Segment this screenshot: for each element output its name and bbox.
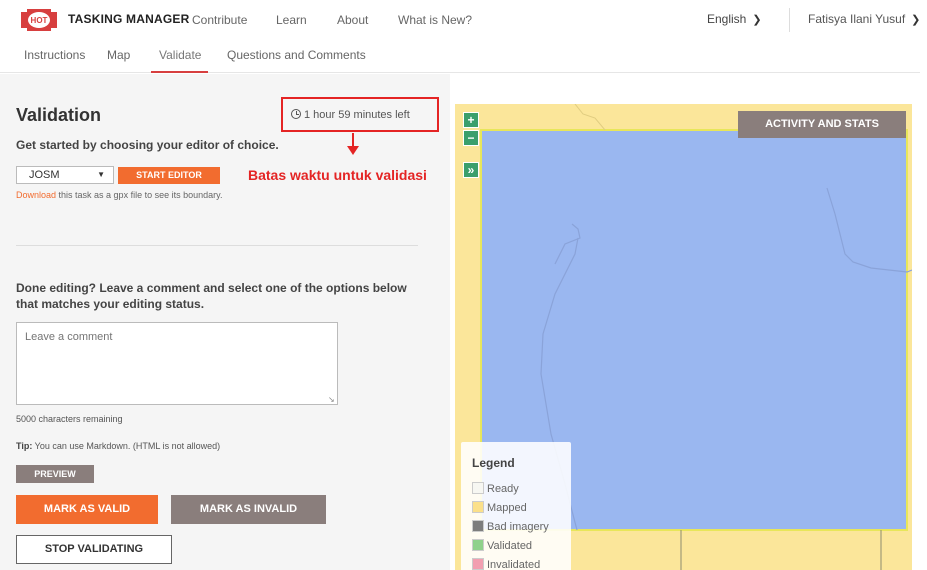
mark-invalid-button[interactable]: MARK AS INVALID (171, 495, 326, 524)
nav-learn[interactable]: Learn (276, 13, 307, 27)
arrow-down-icon (347, 146, 359, 155)
legend-swatch (472, 520, 484, 532)
annotation-arrow-line (352, 133, 354, 147)
editor-select[interactable]: JOSM ▼ (16, 166, 114, 184)
river-path (574, 104, 606, 131)
legend-swatch (472, 558, 484, 570)
language-selector[interactable]: English ❯ (707, 12, 762, 26)
nav-about[interactable]: About (337, 13, 368, 27)
mark-valid-button[interactable]: MARK AS VALID (16, 495, 158, 524)
legend-item-mapped: Mapped (472, 501, 527, 514)
svg-text:HOT: HOT (31, 16, 48, 25)
tab-instructions[interactable]: Instructions (24, 48, 85, 62)
expand-button[interactable]: » (463, 162, 479, 178)
top-navbar: HOT TASKING MANAGER Contribute Learn Abo… (0, 0, 927, 40)
language-label: English (707, 12, 747, 26)
nav-whats-new[interactable]: What is New? (398, 13, 472, 27)
resize-handle-icon[interactable]: ↘ (328, 395, 335, 404)
tab-validate[interactable]: Validate (159, 48, 201, 62)
task-tabs: Instructions Map Validate Questions and … (0, 40, 920, 73)
tab-map[interactable]: Map (107, 48, 130, 62)
legend-label: Mapped (487, 502, 527, 514)
legend-label: Ready (487, 483, 519, 495)
tip-text: You can use Markdown. (HTML is not allow… (32, 441, 221, 451)
zoom-out-button[interactable]: − (463, 130, 479, 146)
hot-logo[interactable]: HOT (19, 8, 59, 32)
section-divider (16, 245, 418, 246)
annotation-label: Batas waktu untuk validasi (248, 167, 427, 183)
legend-title: Legend (472, 456, 515, 470)
markdown-tip: Tip: You can use Markdown. (HTML is not … (16, 441, 220, 451)
caret-down-icon: ▼ (97, 170, 105, 179)
comment-field[interactable] (16, 322, 338, 405)
legend-item-bad-imagery: Bad imagery (472, 520, 549, 533)
user-name: Fatisya Ilani Yusuf (808, 12, 906, 26)
clock-icon (291, 109, 301, 119)
header-divider (789, 8, 790, 32)
legend-swatch (472, 482, 484, 494)
download-hint-text: this task as a gpx file to see its bound… (56, 190, 223, 200)
time-remaining-text: 1 hour 59 minutes left (304, 109, 410, 121)
activity-stats-button[interactable]: ACTIVITY AND STATS (738, 111, 906, 138)
download-hint: Download this task as a gpx file to see … (16, 190, 222, 200)
time-remaining: 1 hour 59 minutes left (291, 108, 410, 121)
legend-label: Bad imagery (487, 521, 549, 533)
legend-swatch (472, 539, 484, 551)
editor-instructions: Get started by choosing your editor of c… (16, 138, 279, 152)
stop-validating-button[interactable]: STOP VALIDATING (16, 535, 172, 564)
app-name[interactable]: TASKING MANAGER (68, 12, 189, 26)
user-menu[interactable]: Fatisya Ilani Yusuf ❯ (808, 12, 920, 26)
nav-contribute[interactable]: Contribute (192, 13, 247, 27)
task-map[interactable]: + − » ACTIVITY AND STATS Legend Ready Ma… (455, 104, 912, 570)
zoom-in-button[interactable]: + (463, 112, 479, 128)
active-tab-indicator (151, 71, 208, 73)
done-editing-text: Done editing? Leave a comment and select… (16, 281, 407, 311)
page-title: Validation (16, 105, 102, 125)
legend-label: Invalidated (487, 559, 541, 570)
legend-item-ready: Ready (472, 482, 519, 495)
characters-remaining: 5000 characters remaining (16, 414, 123, 424)
chevron-down-icon: ❯ (911, 14, 921, 26)
editor-select-value: JOSM (29, 169, 60, 181)
chevron-down-icon: ❯ (752, 14, 762, 26)
legend-item-validated: Validated (472, 539, 532, 552)
start-editor-button[interactable]: START EDITOR (118, 167, 220, 184)
download-link[interactable]: Download (16, 190, 56, 200)
tip-label: Tip: (16, 441, 33, 451)
preview-button[interactable]: PREVIEW (16, 465, 94, 483)
legend-swatch (472, 501, 484, 513)
tab-questions-comments[interactable]: Questions and Comments (227, 48, 366, 62)
map-legend: Legend Ready Mapped Bad imagery Validate… (461, 442, 571, 570)
legend-label: Validated (487, 540, 533, 552)
legend-item-invalidated: Invalidated (472, 558, 540, 570)
